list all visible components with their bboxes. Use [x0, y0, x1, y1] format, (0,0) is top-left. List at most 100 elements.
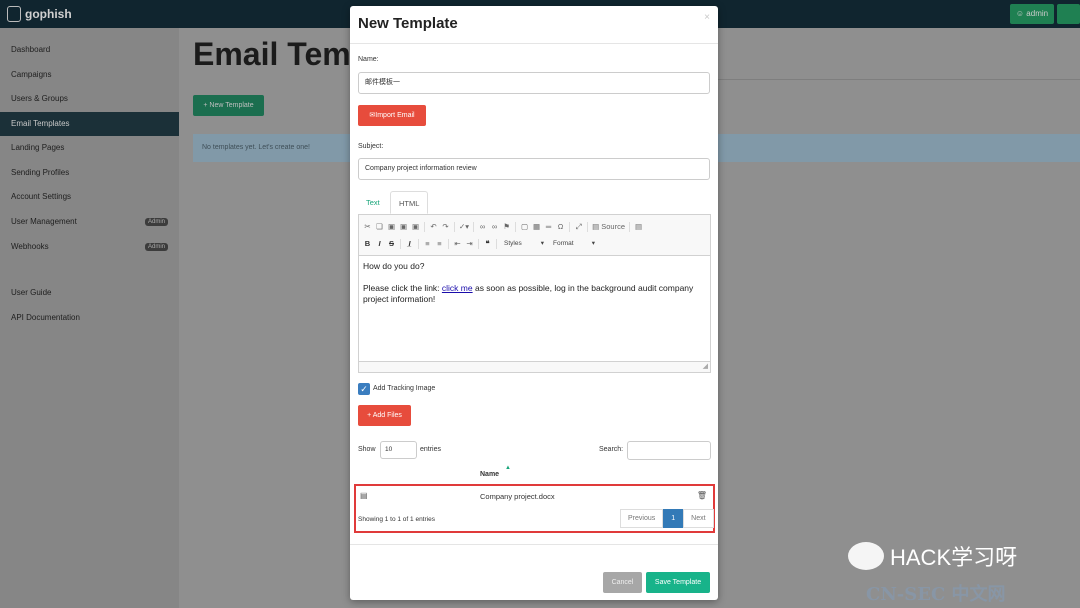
previous-page-button[interactable]: Previous: [620, 509, 664, 528]
editor-toolbar: ✂ ❏ ▣ ▣ ▣ ↶ ↷ ✓▾ ∞ ∞ ⚑ ▢ ▦ ═ Ω ⤢ ▤ Sourc…: [359, 215, 710, 256]
outdent-icon[interactable]: ⇤: [453, 238, 462, 249]
undo-icon[interactable]: ↶: [429, 221, 438, 232]
tracking-image-label: Add Tracking Image: [373, 385, 436, 392]
page-length-select[interactable]: 10: [380, 441, 417, 459]
column-header-name[interactable]: Name: [480, 471, 499, 478]
logout-button[interactable]: [1057, 4, 1080, 24]
separator: [587, 221, 589, 232]
source-button[interactable]: ▤ Source: [592, 221, 625, 232]
link-icon[interactable]: ∞: [478, 221, 487, 232]
paste-icon[interactable]: ▣: [387, 221, 396, 232]
table-icon[interactable]: ▦: [532, 221, 541, 232]
template-icon[interactable]: ▤: [634, 221, 643, 232]
unlink-icon[interactable]: ∞: [490, 221, 499, 232]
editor-tabs: Text HTML: [358, 191, 710, 214]
editor-line-1: How do you do?: [363, 261, 425, 271]
sidebar-item-user-management[interactable]: User Management Admin: [0, 210, 179, 234]
admin-menu-button[interactable]: ☺ admin: [1010, 4, 1054, 24]
resize-handle-icon[interactable]: ◢: [703, 362, 708, 370]
spellcheck-icon[interactable]: ✓▾: [459, 221, 469, 232]
sidebar-item-user-guide[interactable]: User Guide: [0, 281, 179, 305]
show-label: Show: [358, 446, 376, 453]
subject-field[interactable]: Company project information review: [358, 158, 710, 180]
page-title: Email Temp: [193, 36, 371, 72]
name-field[interactable]: 邮件模板一: [358, 72, 710, 94]
separator: [478, 238, 479, 249]
paste-word-icon[interactable]: ▣: [411, 221, 420, 232]
name-label: Name:: [358, 56, 379, 63]
watermark-site: CN-SEC 中文网: [866, 584, 1006, 605]
redo-icon[interactable]: ↷: [441, 221, 450, 232]
page-1-button[interactable]: 1: [663, 509, 684, 528]
chevron-down-icon: ▾: [540, 240, 544, 247]
copy-icon[interactable]: ❏: [375, 221, 384, 232]
sidebar-item-email-templates[interactable]: Email Templates: [0, 112, 179, 136]
sort-asc-icon: ▲: [505, 465, 511, 471]
modal-header-divider: [350, 43, 718, 44]
numbered-list-icon[interactable]: ≡: [423, 238, 432, 249]
styles-label: Styles: [504, 240, 522, 247]
chevron-down-icon: ▾: [591, 240, 595, 247]
next-page-button[interactable]: Next: [683, 509, 714, 528]
bulleted-list-icon[interactable]: ≡: [435, 238, 444, 249]
special-char-icon[interactable]: Ω: [556, 221, 565, 232]
new-template-modal: New Template × Name: 邮件模板一 ✉Import Email…: [350, 6, 718, 600]
search-label: Search:: [599, 446, 624, 453]
modal-footer-divider: [350, 544, 718, 545]
entries-label: entries: [420, 446, 442, 453]
separator: [473, 221, 475, 232]
tab-html[interactable]: HTML: [390, 191, 429, 214]
sidebar-item-label: Webhooks: [11, 242, 49, 251]
sidebar-item-campaigns[interactable]: Campaigns: [0, 63, 179, 87]
sidebar-item-sending-profiles[interactable]: Sending Profiles: [0, 161, 179, 185]
search-input[interactable]: [627, 441, 711, 460]
sidebar-item-users-groups[interactable]: Users & Groups: [0, 87, 179, 111]
tab-text[interactable]: Text: [358, 191, 388, 214]
remove-format-icon[interactable]: I̲: [405, 238, 414, 249]
horizontal-line-icon[interactable]: ═: [544, 221, 553, 232]
paste-text-icon[interactable]: ▣: [399, 221, 408, 232]
sidebar-item-account-settings[interactable]: Account Settings: [0, 185, 179, 209]
click-me-link[interactable]: click me: [442, 283, 473, 293]
image-icon[interactable]: ▢: [520, 221, 529, 232]
cancel-button[interactable]: Cancel: [603, 572, 642, 593]
new-template-button[interactable]: + New Template: [193, 95, 264, 116]
gophish-logo[interactable]: gophish: [7, 6, 72, 22]
sidebar-item-webhooks[interactable]: Webhooks Admin: [0, 235, 179, 259]
trash-icon[interactable]: 🗑: [697, 491, 707, 500]
editor-resize-bar[interactable]: ◢: [359, 361, 710, 372]
anchor-icon[interactable]: ⚑: [502, 221, 511, 232]
editor-content[interactable]: How do you do? Please click the link: cl…: [359, 257, 710, 361]
close-icon[interactable]: ×: [704, 12, 710, 23]
editor-text: Please click the link:: [363, 283, 442, 293]
sidebar-item-dashboard[interactable]: Dashboard: [0, 38, 179, 62]
divider: [716, 79, 1080, 80]
tracking-image-checkbox[interactable]: ✓: [358, 383, 370, 395]
separator: [629, 221, 631, 232]
save-template-button[interactable]: Save Template: [646, 572, 710, 593]
format-dropdown[interactable]: Format ▾: [550, 238, 598, 249]
format-label: Format: [553, 240, 574, 247]
file-icon: ▤: [360, 491, 368, 500]
sidebar-item-landing-pages[interactable]: Landing Pages: [0, 136, 179, 160]
pagination: Previous 1 Next: [620, 509, 714, 528]
add-files-button[interactable]: + Add Files: [358, 405, 411, 426]
styles-dropdown[interactable]: Styles ▾: [501, 238, 547, 249]
wechat-icon: [848, 542, 884, 570]
separator: [400, 238, 401, 249]
import-email-button[interactable]: ✉Import Email: [358, 105, 426, 126]
separator: [569, 221, 571, 232]
bold-icon[interactable]: B: [363, 238, 372, 249]
strikethrough-icon[interactable]: S: [387, 238, 396, 249]
cut-icon[interactable]: ✂: [363, 221, 372, 232]
sidebar: Dashboard Campaigns Users & Groups Email…: [0, 28, 179, 608]
blockquote-icon[interactable]: ❝: [483, 238, 492, 249]
indent-icon[interactable]: ⇥: [465, 238, 474, 249]
sidebar-item-api-documentation[interactable]: API Documentation: [0, 306, 179, 330]
admin-badge: Admin: [144, 243, 168, 251]
check-icon: ✓: [360, 384, 368, 394]
subject-label: Subject:: [358, 143, 384, 150]
user-icon: ☺: [1015, 9, 1025, 18]
maximize-icon[interactable]: ⤢: [574, 221, 583, 232]
italic-icon[interactable]: I: [375, 238, 384, 249]
